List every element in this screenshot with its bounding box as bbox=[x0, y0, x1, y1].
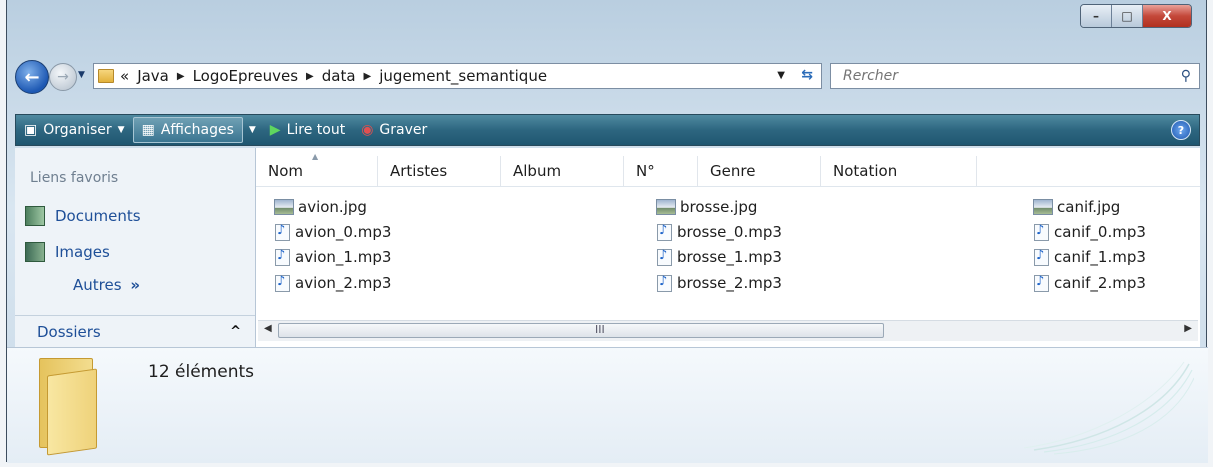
burn-button[interactable]: ◉ Graver bbox=[353, 115, 435, 145]
navigation-bar: ← → ▼ « Java ▶ LogoEpreuves ▶ data ▶ jugeme… bbox=[15, 60, 1200, 94]
file-item[interactable]: brosse_1.mp3 bbox=[657, 246, 782, 268]
organize-button[interactable]: ▣ Organiser ▼ bbox=[16, 115, 133, 145]
views-dropdown-button[interactable]: ▼ bbox=[243, 115, 262, 145]
image-file-icon bbox=[656, 199, 676, 215]
grip-icon: III bbox=[595, 323, 605, 336]
breadcrumb-item[interactable]: Java ▶ bbox=[129, 67, 192, 85]
organize-icon: ▣ bbox=[24, 122, 38, 138]
images-icon bbox=[25, 242, 45, 262]
double-chevron-icon: » bbox=[130, 276, 141, 294]
play-all-button[interactable]: ▶ Lire tout bbox=[262, 115, 353, 145]
audio-file-icon bbox=[275, 248, 290, 266]
favorite-documents[interactable]: Documents bbox=[25, 206, 141, 226]
breadcrumb-item-current[interactable]: jugement_semantique bbox=[379, 67, 547, 85]
documents-icon bbox=[25, 206, 45, 226]
file-item[interactable]: brosse.jpg bbox=[656, 196, 757, 218]
file-item[interactable]: canif_2.mp3 bbox=[1034, 272, 1146, 294]
file-item[interactable]: avion_0.mp3 bbox=[275, 221, 391, 243]
others-link[interactable]: Autres » bbox=[73, 276, 140, 294]
item-count: 12 éléments bbox=[148, 362, 254, 382]
file-item[interactable]: avion.jpg bbox=[274, 196, 367, 218]
scroll-right-icon[interactable]: ▶ bbox=[1184, 323, 1192, 334]
file-item[interactable]: canif_0.mp3 bbox=[1034, 221, 1146, 243]
file-item[interactable]: canif.jpg bbox=[1033, 196, 1120, 218]
file-item[interactable]: avion_1.mp3 bbox=[275, 246, 391, 268]
file-item[interactable]: avion_2.mp3 bbox=[275, 272, 391, 294]
horizontal-scrollbar[interactable]: ◀ III ▶ bbox=[258, 320, 1198, 341]
search-input[interactable] bbox=[841, 67, 1165, 85]
column-header-artists[interactable]: Artistes bbox=[378, 156, 501, 186]
explorer-window: – □ X ← → ▼ « Java ▶ LogoEpreuves ▶ data ▶ … bbox=[6, 0, 1208, 463]
chevron-right-icon[interactable]: ▶ bbox=[177, 71, 185, 82]
favorites-title: Liens favoris bbox=[30, 170, 119, 186]
address-bar[interactable]: « Java ▶ LogoEpreuves ▶ data ▶ jugement_sem… bbox=[93, 63, 822, 89]
chevron-down-icon: ▼ bbox=[248, 125, 256, 135]
play-icon: ▶ bbox=[269, 122, 281, 138]
audio-file-icon bbox=[275, 223, 290, 241]
audio-file-icon bbox=[1034, 248, 1049, 266]
views-button[interactable]: ▦ Affichages bbox=[132, 117, 243, 143]
history-dropdown-icon[interactable]: ▼ bbox=[78, 70, 85, 80]
column-header-number[interactable]: N° bbox=[624, 156, 698, 186]
scroll-left-icon[interactable]: ◀ bbox=[264, 323, 272, 334]
sort-ascending-icon: ▲ bbox=[312, 152, 319, 161]
details-pane: 12 éléments bbox=[7, 347, 1208, 463]
search-box[interactable]: ⚲ bbox=[830, 63, 1200, 89]
audio-file-icon bbox=[1034, 223, 1049, 241]
file-list: ▲ Nom Artistes Album N° Genre Notation av… bbox=[256, 148, 1200, 347]
column-header-name[interactable]: ▲ Nom bbox=[256, 152, 378, 186]
folders-toggle[interactable]: Dossiers ^ bbox=[15, 315, 255, 347]
chevron-down-icon: ▼ bbox=[117, 125, 125, 135]
forward-button[interactable]: → bbox=[49, 63, 77, 91]
file-item[interactable]: canif_1.mp3 bbox=[1034, 246, 1146, 268]
forward-arrow-icon: → bbox=[57, 69, 69, 85]
chevron-right-icon[interactable]: ▶ bbox=[306, 71, 314, 82]
search-icon[interactable]: ⚲ bbox=[1181, 68, 1191, 84]
audio-file-icon bbox=[275, 274, 290, 292]
back-button[interactable]: ← bbox=[15, 60, 49, 94]
breadcrumb-item[interactable]: LogoEpreuves ▶ bbox=[193, 67, 322, 85]
column-header-rating[interactable]: Notation bbox=[821, 156, 977, 186]
folder-icon bbox=[98, 69, 114, 83]
image-file-icon bbox=[274, 199, 294, 215]
large-folder-icon bbox=[35, 358, 99, 456]
address-dropdown-icon[interactable]: ▼ bbox=[777, 70, 785, 81]
chevron-right-icon[interactable]: ▶ bbox=[364, 71, 372, 82]
favorite-images[interactable]: Images bbox=[25, 242, 110, 262]
audio-file-icon bbox=[1034, 274, 1049, 292]
file-item[interactable]: brosse_0.mp3 bbox=[657, 221, 782, 243]
column-headers: ▲ Nom Artistes Album N° Genre Notation bbox=[256, 152, 1200, 187]
burn-disc-icon: ◉ bbox=[361, 122, 374, 138]
close-button[interactable]: X bbox=[1143, 5, 1191, 27]
audio-file-icon bbox=[657, 274, 672, 292]
column-header-album[interactable]: Album bbox=[501, 156, 624, 186]
back-arrow-icon: ← bbox=[24, 66, 40, 88]
maximize-button[interactable]: □ bbox=[1112, 5, 1143, 27]
command-bar: ▣ Organiser ▼ ▦ Affichages ▼ ▶ Lire tout… bbox=[15, 114, 1200, 146]
audio-file-icon bbox=[657, 248, 672, 266]
navigation-pane: Liens favoris Documents Images Autres » … bbox=[15, 148, 256, 347]
file-item[interactable]: brosse_2.mp3 bbox=[657, 272, 782, 294]
decorative-swoosh bbox=[1024, 361, 1194, 455]
breadcrumb-item[interactable]: data ▶ bbox=[322, 67, 380, 85]
breadcrumb-overflow[interactable]: « bbox=[120, 67, 129, 85]
audio-file-icon bbox=[657, 223, 672, 241]
scrollbar-thumb[interactable]: III bbox=[278, 323, 884, 338]
views-icon: ▦ bbox=[141, 122, 155, 138]
chevron-up-icon: ^ bbox=[230, 324, 241, 339]
title-bar[interactable]: – □ X bbox=[7, 0, 1206, 52]
refresh-icon[interactable]: ⇆ bbox=[801, 67, 813, 83]
help-icon[interactable]: ? bbox=[1171, 120, 1191, 140]
window-controls: – □ X bbox=[1080, 4, 1192, 28]
image-file-icon bbox=[1033, 199, 1053, 215]
column-header-genre[interactable]: Genre bbox=[698, 156, 821, 186]
minimize-button[interactable]: – bbox=[1081, 5, 1112, 27]
